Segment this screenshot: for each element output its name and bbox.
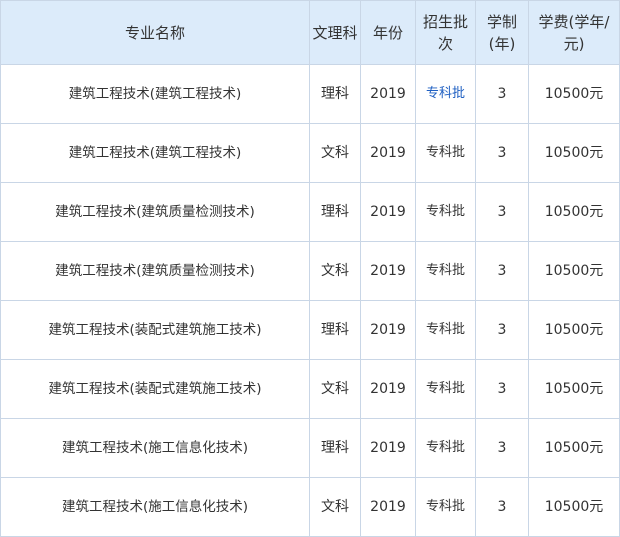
cell-batch: 专科批 (415, 359, 476, 419)
cell-batch: 专科批 (415, 300, 476, 360)
header-year: 年份 (360, 0, 416, 65)
cell-track: 理科 (309, 300, 361, 360)
table-row: 建筑工程技术(建筑工程技术) 理科 2019 专科批 3 10500元 (0, 64, 620, 124)
cell-duration: 3 (475, 182, 529, 242)
table-row: 建筑工程技术(施工信息化技术) 理科 2019 专科批 3 10500元 (0, 418, 620, 478)
cell-year: 2019 (360, 359, 416, 419)
batch-link[interactable]: 专科批 (426, 86, 465, 101)
header-tuition: 学费(学年/元) (528, 0, 620, 65)
table-header-row: 专业名称 文理科 年份 招生批次 学制(年) 学费(学年/元) (0, 0, 620, 65)
cell-batch: 专科批 (415, 418, 476, 478)
cell-tuition: 10500元 (528, 64, 620, 124)
cell-year: 2019 (360, 418, 416, 478)
cell-batch: 专科批 (415, 123, 476, 183)
cell-major: 建筑工程技术(建筑工程技术) (0, 123, 310, 183)
cell-major: 建筑工程技术(建筑质量检测技术) (0, 241, 310, 301)
cell-year: 2019 (360, 300, 416, 360)
table-row: 建筑工程技术(建筑工程技术) 文科 2019 专科批 3 10500元 (0, 123, 620, 183)
cell-duration: 3 (475, 418, 529, 478)
header-duration: 学制(年) (475, 0, 529, 65)
header-major-name: 专业名称 (0, 0, 310, 65)
cell-duration: 3 (475, 123, 529, 183)
table-row: 建筑工程技术(装配式建筑施工技术) 理科 2019 专科批 3 10500元 (0, 300, 620, 360)
cell-major: 建筑工程技术(施工信息化技术) (0, 418, 310, 478)
cell-duration: 3 (475, 300, 529, 360)
cell-batch: 专科批 (415, 241, 476, 301)
cell-tuition: 10500元 (528, 123, 620, 183)
admissions-table: 专业名称 文理科 年份 招生批次 学制(年) 学费(学年/元) 建筑工程技术(建… (0, 0, 620, 537)
cell-track: 文科 (309, 241, 361, 301)
cell-tuition: 10500元 (528, 182, 620, 242)
cell-tuition: 10500元 (528, 300, 620, 360)
cell-track: 理科 (309, 64, 361, 124)
cell-year: 2019 (360, 123, 416, 183)
cell-major: 建筑工程技术(建筑质量检测技术) (0, 182, 310, 242)
cell-duration: 3 (475, 241, 529, 301)
cell-tuition: 10500元 (528, 359, 620, 419)
cell-tuition: 10500元 (528, 418, 620, 478)
cell-major: 建筑工程技术(装配式建筑施工技术) (0, 300, 310, 360)
cell-track: 文科 (309, 359, 361, 419)
cell-track: 理科 (309, 182, 361, 242)
cell-year: 2019 (360, 64, 416, 124)
cell-batch: 专科批 (415, 64, 476, 124)
table-row: 建筑工程技术(建筑质量检测技术) 文科 2019 专科批 3 10500元 (0, 241, 620, 301)
table-row: 建筑工程技术(建筑质量检测技术) 理科 2019 专科批 3 10500元 (0, 182, 620, 242)
cell-duration: 3 (475, 64, 529, 124)
cell-batch: 专科批 (415, 182, 476, 242)
header-track: 文理科 (309, 0, 361, 65)
cell-duration: 3 (475, 359, 529, 419)
cell-track: 理科 (309, 418, 361, 478)
table-row: 建筑工程技术(装配式建筑施工技术) 文科 2019 专科批 3 10500元 (0, 359, 620, 419)
cell-year: 2019 (360, 241, 416, 301)
cell-track: 文科 (309, 123, 361, 183)
cell-major: 建筑工程技术(装配式建筑施工技术) (0, 359, 310, 419)
cell-tuition: 10500元 (528, 241, 620, 301)
cell-year: 2019 (360, 182, 416, 242)
header-batch: 招生批次 (415, 0, 476, 65)
cell-major: 建筑工程技术(建筑工程技术) (0, 64, 310, 124)
